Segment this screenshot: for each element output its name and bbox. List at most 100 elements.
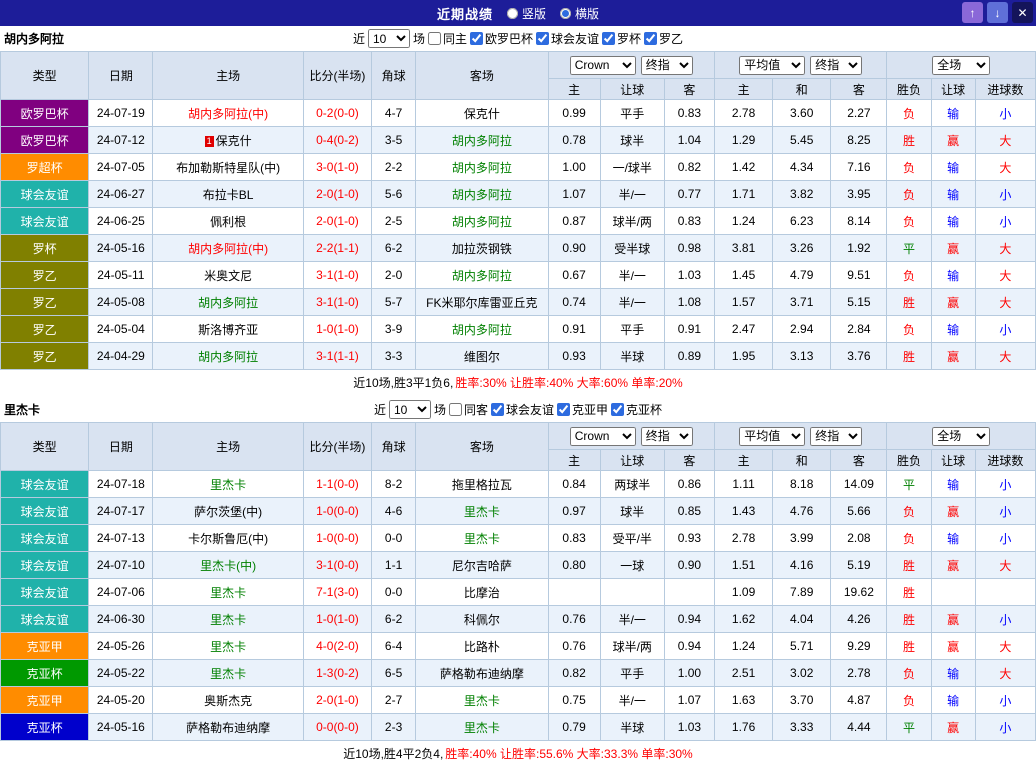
bookmaker-odds-type-select[interactable]: 终指 [641, 56, 693, 75]
league-filter[interactable]: 克亚甲 [557, 401, 608, 418]
subcol-result-wdl: 胜负 [887, 450, 931, 471]
result-cell: 负 [887, 687, 931, 714]
result-cell: 输 [931, 262, 975, 289]
league-filter[interactable]: 罗乙 [644, 30, 683, 47]
league-checkbox[interactable] [557, 403, 570, 416]
league-filter[interactable]: 球会友谊 [536, 30, 599, 47]
corner-cell: 8-2 [372, 471, 416, 498]
league-filter[interactable]: 克亚杯 [611, 401, 662, 418]
same-venue-checkbox[interactable] [428, 32, 441, 45]
bookmaker-odds-type-select[interactable]: 终指 [641, 427, 693, 446]
score-cell: 1-3(0-2) [303, 660, 371, 687]
radio-icon[interactable] [507, 8, 518, 19]
league-filter[interactable]: 罗杯 [602, 30, 641, 47]
odds-cell: 0.83 [664, 208, 714, 235]
radio-icon[interactable] [560, 8, 571, 19]
odds-cell: 1.03 [664, 714, 714, 741]
odds-cell: 4.87 [831, 687, 887, 714]
date-cell: 24-06-30 [89, 606, 153, 633]
result-cell: 输 [931, 687, 975, 714]
average-odds-type-select[interactable]: 终指 [810, 56, 862, 75]
league-checkbox[interactable] [470, 32, 483, 45]
match-row: 克亚杯24-05-22里杰卡1-3(0-2)6-5萨格勒布迪纳摩0.82平手1.… [1, 660, 1036, 687]
league-badge: 克亚杯 [1, 714, 89, 741]
league-badge: 球会友谊 [1, 579, 89, 606]
league-checkbox[interactable] [602, 32, 615, 45]
close-icon: ✕ [1017, 6, 1027, 20]
odds-cell: 2.84 [831, 316, 887, 343]
subcol-draw-avg: 和 [773, 79, 831, 100]
home-team-cell: 萨格勒布迪纳摩 [153, 714, 303, 741]
league-checkbox[interactable] [611, 403, 624, 416]
odds-cell: 球半/两 [600, 208, 664, 235]
odds-cell: 5.71 [773, 633, 831, 660]
same-venue-filter[interactable]: 同主 [428, 30, 467, 47]
col-away: 客场 [416, 423, 548, 471]
result-cell: 小 [975, 606, 1035, 633]
col-home: 主场 [153, 52, 303, 100]
subcol-away-avg: 客 [831, 79, 887, 100]
away-team-cell: 科佩尔 [416, 606, 548, 633]
match-count-select[interactable]: 10 [368, 29, 410, 48]
odds-cell: 8.25 [831, 127, 887, 154]
result-cell: 大 [975, 660, 1035, 687]
away-team-cell: 比路朴 [416, 633, 548, 660]
result-cell: 输 [931, 471, 975, 498]
match-row: 罗乙24-05-04斯洛博齐亚1-0(1-0)3-9胡内多阿拉0.91平手0.9… [1, 316, 1036, 343]
corner-cell: 0-0 [372, 579, 416, 606]
odds-cell: 0.94 [664, 606, 714, 633]
layout-radio-horizontal[interactable]: 横版 [560, 5, 599, 22]
result-cell: 负 [887, 100, 931, 127]
odds-cell: 半/一 [600, 181, 664, 208]
bookmaker-select[interactable]: Crown [570, 56, 636, 75]
average-odds-group: 平均值 终指 [715, 52, 887, 79]
scroll-down-button[interactable]: ↓ [987, 2, 1008, 23]
date-cell: 24-05-20 [89, 687, 153, 714]
odds-cell: 4.16 [773, 552, 831, 579]
scroll-up-button[interactable]: ↑ [962, 2, 983, 23]
odds-cell: 1.51 [715, 552, 773, 579]
date-cell: 24-06-25 [89, 208, 153, 235]
odds-cell: 两球半 [600, 471, 664, 498]
league-filter[interactable]: 欧罗巴杯 [470, 30, 533, 47]
odds-cell: 0.75 [548, 687, 600, 714]
corner-cell: 5-7 [372, 289, 416, 316]
odds-cell: 2.78 [831, 660, 887, 687]
average-odds-type-select[interactable]: 终指 [810, 427, 862, 446]
subcol-result-goals: 进球数 [975, 450, 1035, 471]
odds-cell: 0.76 [548, 606, 600, 633]
same-venue-filter[interactable]: 同客 [449, 401, 488, 418]
away-team-cell: 里杰卡 [416, 714, 548, 741]
same-venue-checkbox[interactable] [449, 403, 462, 416]
bookmaker-select[interactable]: Crown [570, 427, 636, 446]
odds-cell: 1.00 [664, 660, 714, 687]
result-cell: 输 [931, 660, 975, 687]
league-checkbox[interactable] [644, 32, 657, 45]
average-select[interactable]: 平均值 [739, 427, 805, 446]
league-badge: 球会友谊 [1, 471, 89, 498]
layout-radio-vertical[interactable]: 竖版 [507, 5, 546, 22]
result-cell: 小 [975, 525, 1035, 552]
home-team-cell: 胡内多阿拉 [153, 343, 303, 370]
league-filter[interactable]: 球会友谊 [491, 401, 554, 418]
odds-cell: 1.07 [664, 687, 714, 714]
games-label: 场 [434, 401, 446, 418]
result-cell: 胜 [887, 343, 931, 370]
match-row: 球会友谊24-06-25佩利根2-0(1-0)2-5胡内多阿拉0.87球半/两0… [1, 208, 1036, 235]
date-cell: 24-07-18 [89, 471, 153, 498]
odds-cell: 半/一 [600, 289, 664, 316]
league-checkbox[interactable] [536, 32, 549, 45]
home-team-cell: 里杰卡 [153, 606, 303, 633]
matches-table: 类型 日期 主场 比分(半场) 角球 客场 Crown 终指 平均值 终指 [0, 51, 1036, 370]
match-count-select[interactable]: 10 [389, 400, 431, 419]
home-team-cell: 1保克什 [153, 127, 303, 154]
league-checkbox[interactable] [491, 403, 504, 416]
fulltime-select[interactable]: 全场 [932, 427, 990, 446]
fulltime-result-group: 全场 [887, 423, 1036, 450]
league-badge: 罗乙 [1, 289, 89, 316]
odds-cell: 0.82 [664, 154, 714, 181]
close-button[interactable]: ✕ [1012, 2, 1033, 23]
fulltime-select[interactable]: 全场 [932, 56, 990, 75]
score-cell: 2-0(1-0) [303, 208, 371, 235]
average-select[interactable]: 平均值 [739, 56, 805, 75]
